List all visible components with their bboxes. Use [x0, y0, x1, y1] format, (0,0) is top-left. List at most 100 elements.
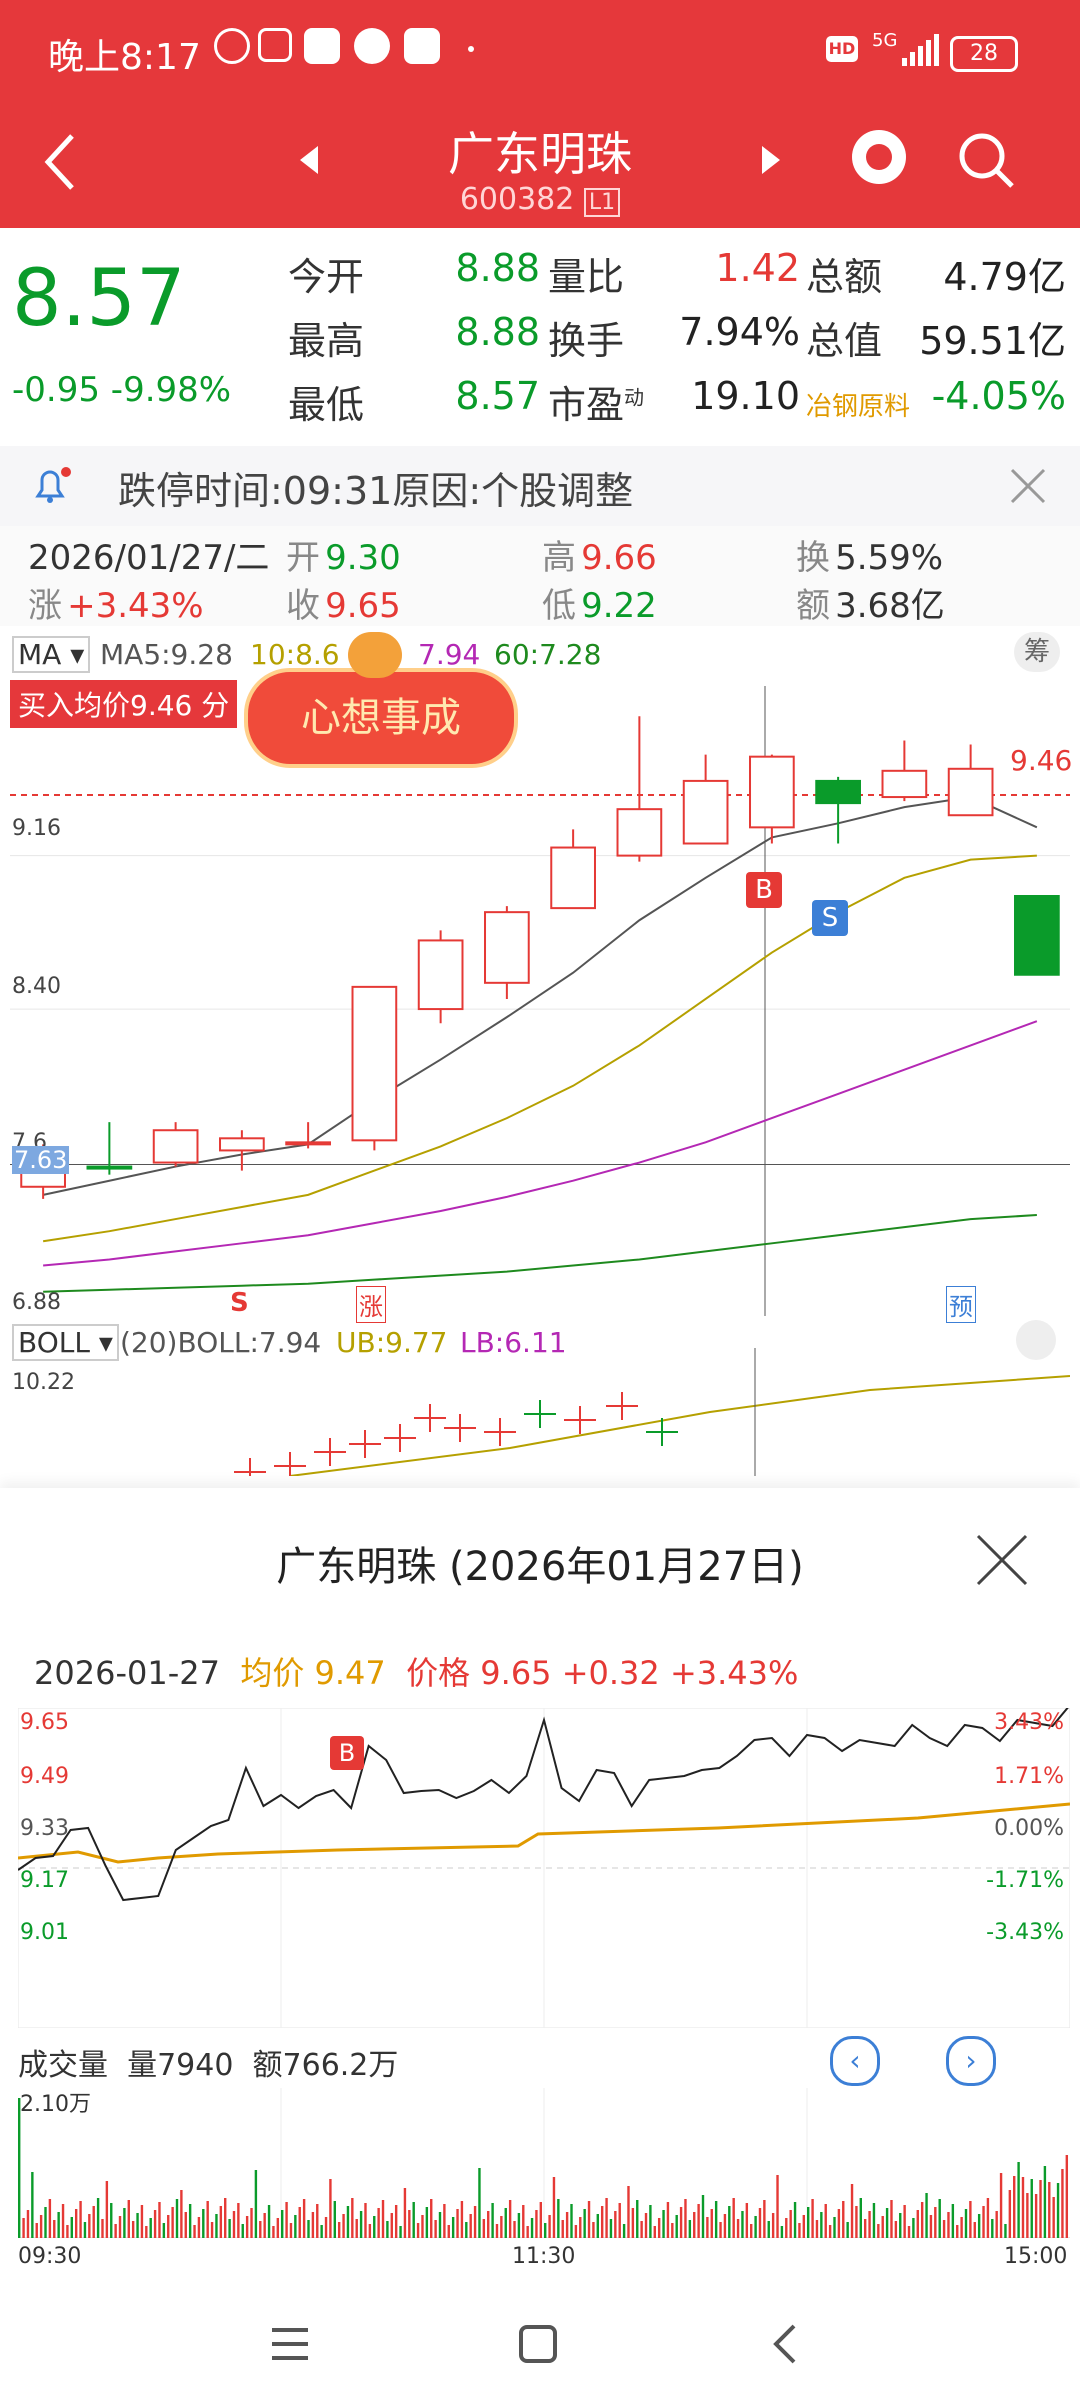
ma-selector[interactable]: MA ▾	[12, 636, 91, 673]
volume-bar	[175, 2199, 179, 2238]
crosshair-price: 7.63	[12, 1146, 70, 1174]
limit-down-notice: 跌停时间:09:31原因:个股调整	[0, 446, 1080, 526]
volume-bar	[780, 2226, 784, 2238]
volume-bar	[1039, 2180, 1042, 2238]
price-axis-label: 9.01	[20, 1920, 69, 1945]
volume-bar	[565, 2212, 569, 2238]
volume-bar	[438, 2212, 442, 2238]
back-nav-icon[interactable]	[770, 2322, 800, 2366]
volume-bar	[732, 2198, 735, 2238]
chip-button[interactable]: 筹	[1014, 632, 1060, 672]
day-amount: 额 3.68亿	[796, 586, 945, 626]
intraday-volume-chart	[18, 2088, 1070, 2238]
volume-bar	[105, 2181, 109, 2238]
home-icon[interactable]	[518, 2324, 558, 2364]
volume-bar	[890, 2200, 893, 2238]
quote-value: 8.57	[455, 374, 540, 418]
network-label: 5G	[872, 30, 898, 51]
last-price: 8.57	[12, 254, 186, 344]
volume-bar	[460, 2201, 464, 2238]
volume-bar	[1026, 2193, 1029, 2238]
volume-bar	[263, 2213, 266, 2238]
volume-bar	[600, 2206, 604, 2238]
quote-label: 冶钢原料	[806, 392, 911, 422]
volume-bar	[136, 2213, 139, 2238]
volume-summary: 成交量 量7940 额766.2万	[18, 2048, 399, 2083]
volume-bar	[228, 2219, 231, 2238]
volume-bar	[530, 2218, 534, 2238]
volume-bar	[351, 2198, 354, 2238]
stock-code: 600382 L1	[0, 182, 1080, 217]
quote-value: 59.51亿	[919, 319, 1066, 363]
volume-bar	[131, 2221, 135, 2238]
volume-bar	[802, 2215, 806, 2238]
volume-bar	[960, 2217, 963, 2238]
volume-bar	[495, 2224, 499, 2238]
battery-level: 28	[970, 41, 998, 66]
candle-body	[152, 1129, 199, 1164]
k-axis-top: 9.16	[12, 816, 61, 841]
volume-bar	[412, 2202, 415, 2238]
pct-axis-label: 1.71%	[994, 1764, 1064, 1789]
volume-bar	[469, 2214, 472, 2238]
volume-bar	[307, 2220, 310, 2238]
quote-value: -4.05%	[931, 374, 1066, 418]
volume-bar	[171, 2207, 174, 2238]
price-axis-label: 9.17	[20, 1868, 69, 1893]
buy-average-tag: 买入均价9.46 分	[10, 680, 238, 728]
volume-bar	[79, 2201, 82, 2238]
volume-bar	[337, 2222, 341, 2238]
intraday-buy-badge[interactable]: B	[330, 1736, 364, 1770]
volume-bar	[425, 2207, 429, 2238]
volume-bar	[684, 2199, 687, 2238]
ma5-label: MA5:9.28	[100, 638, 233, 671]
volume-bar	[587, 2201, 591, 2238]
candle-body	[881, 769, 928, 799]
volume-bar	[899, 2213, 902, 2238]
assistant-mascot-icon[interactable]	[852, 130, 906, 184]
volume-bar	[877, 2224, 880, 2238]
close-icon[interactable]	[1008, 466, 1048, 506]
volume-bar	[828, 2225, 832, 2238]
next-stock-icon[interactable]	[762, 146, 780, 174]
intraday-price-chart[interactable]	[18, 1708, 1070, 2028]
volume-bar	[237, 2203, 240, 2238]
volume-bar	[92, 2206, 95, 2238]
volume-bar	[491, 2203, 494, 2238]
buy-point-badge[interactable]: B	[746, 872, 782, 908]
app-notify-icon	[304, 28, 340, 64]
search-icon[interactable]	[956, 130, 1016, 190]
volume-bar	[859, 2198, 862, 2238]
volume-bar	[355, 2219, 358, 2238]
volume-bar	[666, 2202, 670, 2238]
sell-point-badge[interactable]: S	[812, 900, 848, 936]
volume-bar	[636, 2200, 639, 2238]
menu-icon[interactable]	[270, 2326, 310, 2362]
volume-bar	[118, 2216, 122, 2238]
ma10-line	[42, 854, 1037, 1243]
volume-bar	[776, 2175, 779, 2238]
panel-close-icon[interactable]	[972, 1530, 1032, 1590]
volume-bar	[723, 2214, 727, 2238]
volume-bar	[101, 2219, 104, 2238]
day-info-bar: 2026/01/27/二 开 9.30 高 9.66 换 5.59% 涨 +3.…	[0, 526, 1080, 626]
volume-bar	[281, 2210, 284, 2238]
volume-bar	[916, 2210, 919, 2238]
volume-bar	[693, 2212, 696, 2238]
candlestick-chart[interactable]	[10, 686, 1070, 1316]
volume-bar	[478, 2168, 481, 2238]
volume-bar	[1043, 2166, 1047, 2238]
volume-bar	[83, 2222, 87, 2238]
next-day-button[interactable]: ›	[946, 2036, 996, 2086]
volume-bar	[517, 2213, 521, 2238]
k-axis-mid: 8.40	[12, 974, 61, 999]
volume-bar	[649, 2205, 652, 2238]
day-high: 高 9.66	[542, 538, 657, 578]
volume-bar	[912, 2218, 915, 2238]
boll-chart	[234, 1348, 1070, 1476]
volume-bar	[373, 2216, 376, 2238]
volume-bar	[929, 2215, 933, 2238]
volume-bar	[206, 2201, 209, 2238]
prev-day-button[interactable]: ‹	[830, 2036, 880, 2086]
time-end: 15:00	[1004, 2244, 1068, 2269]
